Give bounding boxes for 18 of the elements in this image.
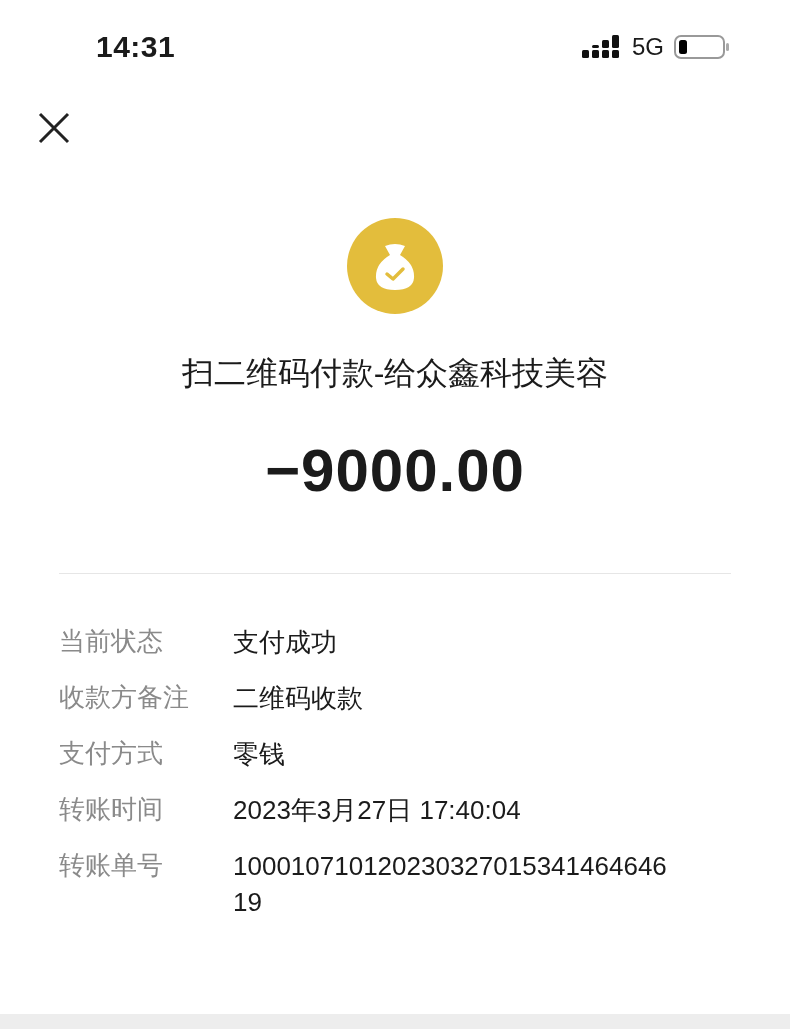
- detail-value: 零钱: [233, 738, 286, 771]
- signal-icon: [582, 34, 622, 60]
- network-label: 5G: [632, 33, 664, 61]
- detail-label: 转账时间: [59, 793, 164, 826]
- detail-label: 当前状态: [59, 625, 164, 658]
- money-bag-icon: [347, 218, 443, 314]
- close-button[interactable]: [36, 110, 72, 146]
- payment-title: 扫二维码付款-给众鑫科技美容: [181, 354, 609, 393]
- detail-value: 2023年3月27日 17:40:04: [233, 794, 522, 827]
- detail-value: 二维码收款: [233, 682, 364, 715]
- payment-amount: −9000.00: [265, 436, 525, 505]
- detail-value: 10001071012023032701534146464619: [233, 850, 668, 919]
- detail-label: 支付方式: [59, 737, 164, 770]
- status-time: 14:31: [96, 30, 176, 64]
- detail-label: 收款方备注: [59, 681, 190, 714]
- detail-label: 转账单号: [59, 849, 164, 882]
- battery-icon: [674, 34, 730, 60]
- detail-value: 支付成功: [233, 626, 338, 659]
